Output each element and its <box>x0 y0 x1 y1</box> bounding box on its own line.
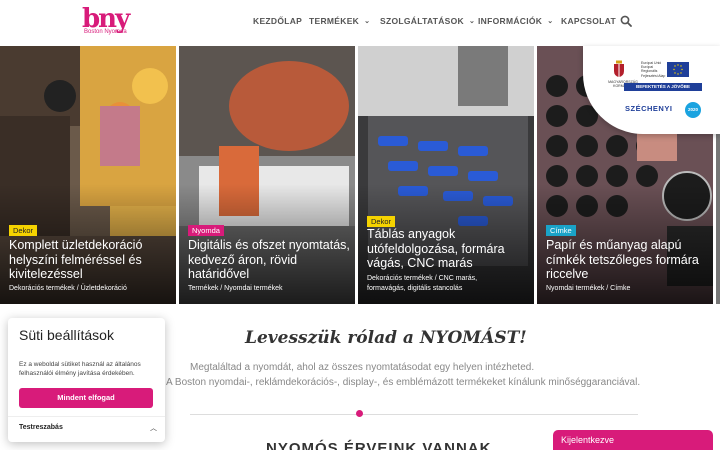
cookie-divider <box>8 416 165 417</box>
divider-dot <box>356 410 363 417</box>
cookie-description: Ez a weboldal sütiket használ az általán… <box>19 361 141 377</box>
card-title[interactable]: Digitális és ofszet nyomtatás, kedvező á… <box>188 238 350 282</box>
customize-toggle[interactable]: Testreszabás <box>19 424 63 431</box>
eu-flag-icon <box>667 62 689 77</box>
category-tag[interactable]: Nyomda <box>188 225 224 236</box>
hero-card[interactable]: Nyomda Digitális és ofszet nyomtatás, ke… <box>179 46 355 304</box>
cookie-title: Süti beállítások <box>19 327 114 343</box>
logo-subtitle: Boston Nyomda <box>84 29 127 35</box>
accept-all-button[interactable]: Mindent elfogad <box>19 388 153 408</box>
intro-text-1: Megtaláltad a nyomdát, ahol az összes ny… <box>190 362 535 373</box>
card-title[interactable]: Komplett üzletdekoráció helyszíni felmér… <box>9 238 171 282</box>
cookie-settings-panel: Süti beállítások Ez a weboldal sütiket h… <box>8 318 165 442</box>
hungary-crest-icon <box>614 60 624 77</box>
eu-fund-text: Európai Unió Európai Regionális Fejleszt… <box>641 61 666 78</box>
chevron-up-icon[interactable]: ︿ <box>150 423 157 433</box>
szechenyi-label: SZÉCHENYI <box>625 104 673 113</box>
card-title[interactable]: Táblás anyagok utófeldolgozása, formára … <box>367 227 529 271</box>
nav-item-products[interactable]: TERMÉKEK ⌄ <box>309 16 370 26</box>
chat-status-tab[interactable]: Kijelentkezve <box>553 430 713 450</box>
site-logo[interactable]: bny Boston Nyomda <box>82 6 130 40</box>
section-heading: NYOMÓS ÉRVEINK VANNAK <box>266 440 492 450</box>
hero-card[interactable]: Dekor Táblás anyagok utófeldolgozása, fo… <box>358 46 534 304</box>
card-breadcrumb[interactable]: Nyomdai termékek / Címke <box>546 284 711 294</box>
nav-item-contact[interactable]: KAPCSOLAT <box>561 16 616 26</box>
nav-item-home[interactable]: KEZDŐLAP <box>253 16 302 26</box>
search-icon[interactable] <box>620 15 632 27</box>
category-tag[interactable]: Címke <box>546 225 576 236</box>
invest-banner: BEFEKTETÉS A JÖVŐBE <box>624 83 702 91</box>
card-breadcrumb[interactable]: Termékek / Nyomdai termékek <box>188 284 353 294</box>
card-breadcrumb[interactable]: Dekorációs termékek / Üzletdekoráció <box>9 284 174 294</box>
site-header: bny Boston Nyomda KEZDŐLAP TERMÉKEK ⌄ SZO… <box>0 0 720 46</box>
szechenyi-2020-icon: 2020 <box>685 102 701 118</box>
section-divider <box>190 414 638 415</box>
chevron-down-icon: ⌄ <box>547 18 554 25</box>
nav-item-information[interactable]: INFORMÁCIÓK ⌄ <box>478 16 553 26</box>
hero-card[interactable]: Dekor Komplett üzletdekoráció helyszíni … <box>0 46 176 304</box>
chevron-down-icon: ⌄ <box>469 18 476 25</box>
category-tag[interactable]: Dekor <box>9 225 38 236</box>
chevron-down-icon: ⌄ <box>364 18 371 25</box>
category-tag[interactable]: Dekor <box>367 216 396 227</box>
card-title[interactable]: Papír és műanyag alapú címkék tetszőlege… <box>546 238 711 282</box>
intro-text-2: A Boston nyomdai-, reklámdekorációs-, di… <box>166 377 641 388</box>
card-breadcrumb[interactable]: Dekorációs termékek / CNC marás, formavá… <box>367 274 507 294</box>
nav-item-services[interactable]: SZOLGÁLTATÁSOK ⌄ <box>380 16 475 26</box>
page-tagline: Levesszük rólad a NYOMÁST! <box>245 328 527 348</box>
